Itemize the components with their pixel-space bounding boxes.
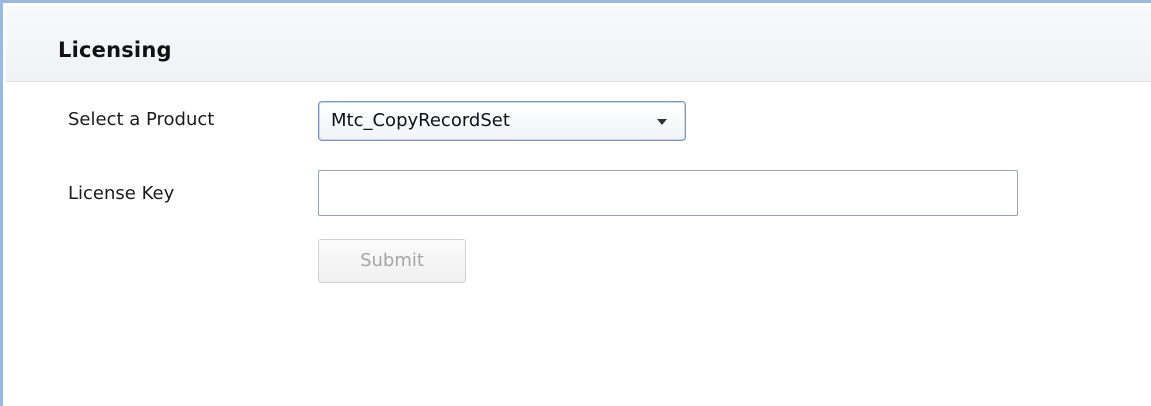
license-key-input[interactable] bbox=[318, 170, 1018, 216]
license-key-label: License Key bbox=[68, 183, 175, 204]
submit-button[interactable]: Submit bbox=[318, 239, 466, 283]
licensing-window: Licensing Select a Product Mtc_CopyRecor… bbox=[0, 0, 1151, 406]
product-select[interactable]: Mtc_CopyRecordSet bbox=[318, 101, 686, 141]
chevron-down-icon[interactable] bbox=[657, 119, 667, 125]
product-select-value: Mtc_CopyRecordSet bbox=[331, 110, 510, 131]
page-title: Licensing bbox=[58, 38, 172, 62]
product-label: Select a Product bbox=[68, 109, 215, 130]
panel-header: Licensing bbox=[6, 6, 1151, 82]
